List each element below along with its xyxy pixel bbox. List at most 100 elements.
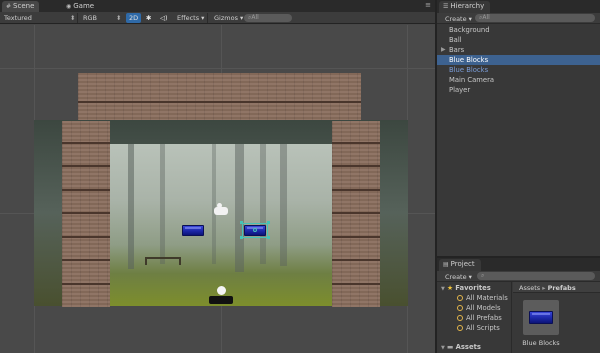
hierarchy-item[interactable]: Blue Blocks — [437, 65, 600, 75]
bench — [145, 257, 181, 265]
tab-project[interactable]: ▤ Project — [439, 259, 481, 271]
hierarchy-item[interactable]: Player — [437, 85, 600, 95]
hierarchy-create-button[interactable]: Create ▾ — [445, 15, 472, 23]
scene-icon: # — [6, 3, 12, 10]
hierarchy-item-label: Blue Blocks — [449, 56, 489, 64]
expand-arrow-icon[interactable]: ▶ — [441, 45, 446, 55]
favorites-header[interactable]: ▼ ★ Favorites — [437, 283, 509, 293]
transform-handle[interactable] — [240, 236, 243, 239]
hierarchy-search-input[interactable]: ⌕All — [475, 14, 595, 22]
tree-trunk — [260, 144, 266, 264]
tab-hierarchy[interactable]: ☰ Hierarchy — [439, 1, 491, 13]
search-filter-icon — [457, 315, 463, 321]
favorites-item[interactable]: All Materials — [437, 293, 509, 303]
wood-plank — [62, 214, 110, 238]
tree-trunk — [212, 144, 216, 264]
expand-arrow-icon: ▼ — [441, 345, 445, 351]
project-search-input[interactable]: ⌕ — [477, 272, 595, 280]
blue-block[interactable] — [182, 225, 204, 236]
assets-folder[interactable]: ▼ ▬ Assets — [437, 342, 509, 352]
favorites-item[interactable]: All Prefabs — [437, 313, 509, 323]
blue-block-preview — [529, 311, 553, 324]
tree-trunk — [280, 144, 287, 266]
transform-handle[interactable] — [267, 221, 270, 224]
folder-icon: ▬ — [447, 343, 454, 351]
hierarchy-item-label: Background — [449, 26, 490, 34]
asset-label[interactable]: Blue Blocks — [516, 339, 566, 347]
effects-dropdown[interactable]: Effects ▾ — [177, 14, 204, 22]
wood-plank — [62, 261, 110, 285]
background-forest — [110, 144, 332, 306]
grid-line — [0, 68, 435, 69]
panel-menu-icon[interactable]: ≡ — [425, 1, 431, 9]
search-filter-icon — [457, 305, 463, 311]
favorites-item[interactable]: All Scripts — [437, 323, 509, 333]
project-create-button[interactable]: Create ▾ — [445, 273, 472, 281]
camera-gizmo-icon[interactable] — [214, 207, 228, 215]
wood-plank — [332, 261, 380, 285]
scene-toolbar: Textured ⬍ RGB ⬍ 2D ✱ ◁) Effects ▾ Gizmo… — [0, 12, 435, 24]
mode-2d-button[interactable]: 2D — [126, 13, 142, 23]
transform-handle[interactable] — [267, 236, 270, 239]
shading-dropdown-arrow-icon: ⬍ — [70, 14, 76, 22]
project-icon: ▤ — [443, 261, 449, 268]
wood-plank — [332, 191, 380, 214]
shading-mode-dropdown[interactable]: Textured — [4, 14, 32, 22]
search-filter-icon — [457, 295, 463, 301]
project-panel: ▤ Project Create ▾ ⌕ ▼ ★ Favorites All Ma… — [437, 258, 600, 353]
hierarchy-item-label: Player — [449, 86, 471, 94]
tab-game[interactable]: ◉ Game — [62, 1, 99, 12]
game-icon: ◉ — [66, 3, 72, 10]
hierarchy-item[interactable]: ▶ Bars — [437, 45, 600, 55]
search-icon: ⌕ — [481, 272, 485, 279]
hierarchy-panel: ☰ Hierarchy Create ▾ ⌕All Background Ball ▶… — [437, 0, 600, 256]
breadcrumb-assets[interactable]: Assets — [519, 284, 540, 292]
breadcrumb-prefabs[interactable]: Prefabs — [548, 284, 576, 292]
project-tabstrip: ▤ Project — [437, 258, 600, 271]
hierarchy-item[interactable]: Ball — [437, 35, 600, 45]
tree-trunk — [128, 144, 134, 269]
wood-plank — [78, 73, 361, 103]
breadcrumb: Assets ▸ Prefabs — [513, 282, 600, 293]
left-wood-column — [62, 121, 110, 307]
hierarchy-item-label: Blue Blocks — [449, 66, 489, 74]
toolbar-divider — [207, 13, 208, 23]
expand-arrow-icon: ▼ — [441, 286, 445, 292]
gizmos-dropdown[interactable]: Gizmos ▾ — [214, 14, 243, 22]
hierarchy-item[interactable]: Background — [437, 25, 600, 35]
ball[interactable] — [217, 286, 226, 295]
hierarchy-item[interactable]: Blue Blocks — [437, 55, 600, 65]
scene-search-input[interactable]: ⌕All — [244, 14, 292, 22]
audio-icon[interactable]: ◁) — [160, 14, 168, 22]
wood-plank — [332, 167, 380, 191]
wood-plank — [62, 144, 110, 167]
tab-scene[interactable]: # Scene — [2, 1, 40, 12]
wood-plank — [62, 167, 110, 191]
scene-viewport[interactable] — [0, 25, 435, 353]
toolbar-divider — [77, 13, 78, 23]
tree-trunk — [235, 144, 244, 272]
hierarchy-item[interactable]: Main Camera — [437, 75, 600, 85]
star-icon: ★ — [447, 284, 454, 292]
pivot-handle[interactable] — [253, 228, 257, 232]
wood-plank — [332, 121, 380, 144]
hierarchy-icon: ☰ — [443, 3, 449, 10]
wood-plank — [332, 238, 380, 261]
hierarchy-item-label: Main Camera — [449, 76, 495, 84]
transform-handle[interactable] — [240, 221, 243, 224]
player-paddle[interactable] — [209, 296, 233, 304]
scene-lighting-icon[interactable]: ✱ — [146, 14, 151, 22]
render-dropdown-arrow-icon: ⬍ — [116, 14, 122, 22]
hierarchy-tabstrip: ☰ Hierarchy — [437, 0, 600, 13]
wood-plank — [62, 191, 110, 214]
right-wood-column — [332, 121, 380, 307]
favorites-item[interactable]: All Models — [437, 303, 509, 313]
render-mode-dropdown[interactable]: RGB — [83, 14, 97, 22]
wood-plank — [332, 214, 380, 238]
tree-trunk — [160, 144, 165, 264]
project-divider — [511, 282, 512, 353]
asset-thumbnail[interactable] — [523, 300, 559, 335]
scene-panel: # Scene ◉ Game ≡ Textured ⬍ RGB ⬍ 2D ✱ ◁) … — [0, 0, 435, 353]
wood-plank — [62, 238, 110, 261]
camera-gizmo-icon — [217, 203, 222, 208]
